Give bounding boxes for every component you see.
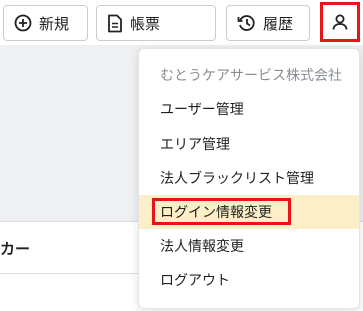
user-menu-button[interactable]	[320, 2, 360, 42]
new-button[interactable]: 新規	[3, 5, 88, 41]
new-button-label: 新規	[39, 14, 70, 33]
menu-item-area-management[interactable]: エリア管理	[139, 127, 359, 161]
user-dropdown-menu: むとうケアサービス株式会社 ユーザー管理 エリア管理 法人ブラックリスト管理 ロ…	[138, 48, 360, 309]
divider	[0, 273, 140, 274]
document-icon	[107, 14, 123, 33]
user-icon	[331, 13, 349, 31]
history-icon	[237, 14, 256, 32]
section-heading: カー	[0, 240, 31, 258]
menu-item-blacklist-management[interactable]: 法人ブラックリスト管理	[139, 161, 359, 195]
plus-circle-icon	[14, 14, 32, 32]
menu-item-user-management[interactable]: ユーザー管理	[139, 92, 359, 126]
history-button[interactable]: 履歴	[226, 5, 310, 41]
ledger-button[interactable]: 帳票	[96, 5, 216, 41]
ledger-button-label: 帳票	[130, 14, 161, 33]
history-button-label: 履歴	[263, 14, 294, 33]
menu-item-corporate-info-change[interactable]: 法人情報変更	[139, 229, 359, 263]
menu-item-logout[interactable]: ログアウト	[139, 263, 359, 297]
menu-company-name: むとうケアサービス株式会社	[160, 68, 342, 84]
highlight-box	[152, 198, 291, 225]
